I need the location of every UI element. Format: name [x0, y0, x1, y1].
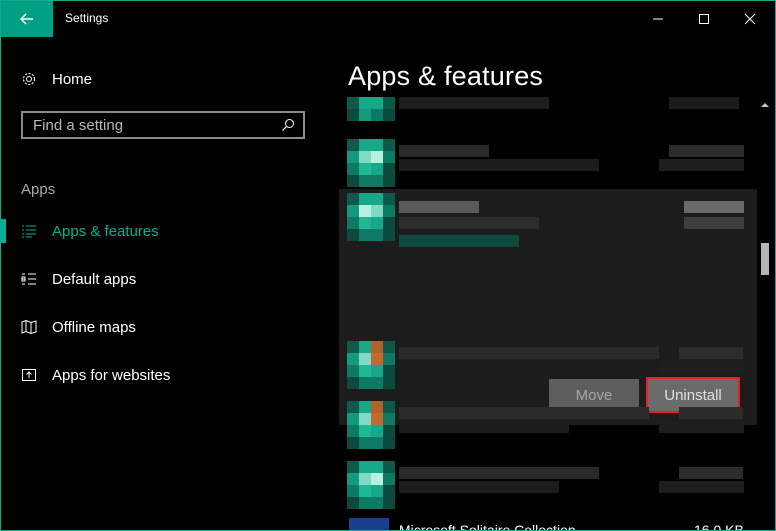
search-input[interactable]: [33, 116, 273, 134]
back-button[interactable]: [1, 1, 53, 37]
search-box[interactable]: [21, 111, 305, 139]
close-button[interactable]: [727, 1, 773, 37]
blurred-app-name: [399, 407, 649, 419]
app-icon: [347, 139, 395, 187]
sidebar-item-label: Default apps: [52, 270, 137, 288]
blurred-app-publisher: [399, 481, 559, 493]
scroll-up-arrow-icon[interactable]: [761, 101, 769, 109]
list-item[interactable]: [339, 333, 757, 393]
search-icon: [282, 119, 294, 131]
title-bar: Settings: [1, 1, 775, 37]
app-icon: [347, 401, 395, 449]
blurred-app-name: [399, 467, 599, 479]
sidebar-item-label: Offline maps: [52, 318, 136, 336]
sidebar-item-apps-features[interactable]: Apps & features: [1, 217, 321, 245]
minimize-icon: [653, 18, 663, 20]
app-icon: [347, 193, 395, 241]
sidebar-item-default-apps[interactable]: Default apps: [1, 265, 321, 293]
blurred-app-name: [399, 201, 479, 213]
settings-window: Settings Home Apps Apps & features: [0, 0, 776, 531]
active-indicator: [1, 219, 6, 243]
list-icon: [21, 223, 37, 239]
home-label: Home: [52, 70, 93, 88]
blurred-app-date: [659, 159, 744, 171]
close-icon: [744, 13, 756, 25]
blurred-app-size: [679, 347, 743, 359]
back-arrow-icon: [20, 13, 33, 25]
open-in-app-icon: [21, 367, 37, 383]
blurred-app-publisher: [399, 217, 539, 229]
indicator: [1, 267, 6, 291]
sidebar-item-offline-maps[interactable]: Offline maps: [1, 313, 321, 341]
list-item[interactable]: [339, 393, 757, 453]
app-icon: [347, 461, 395, 509]
maximize-button[interactable]: [681, 1, 727, 37]
sidebar-item-apps-for-websites[interactable]: Apps for websites: [1, 361, 321, 389]
sidebar-item-label: Apps for websites: [52, 366, 171, 384]
blurred-app-publisher: [399, 159, 599, 171]
window-title: Settings: [65, 11, 109, 25]
blurred-app-date: [684, 217, 744, 229]
blurred-app-date: [659, 421, 744, 433]
blurred-app-size: [684, 201, 744, 213]
blurred-app-date: [659, 481, 744, 493]
indicator: [1, 315, 6, 339]
default-apps-icon: [21, 271, 37, 287]
blurred-app-link: [399, 235, 519, 247]
blurred-app-size: [669, 97, 739, 109]
scrollbar[interactable]: [757, 97, 773, 530]
app-icon: [347, 97, 395, 121]
last-app-name: Microsoft Solitaire Collection: [399, 522, 576, 530]
scrollbar-thumb[interactable]: [761, 243, 769, 275]
blurred-app-name: [399, 97, 549, 109]
blurred-app-publisher: [399, 361, 549, 373]
last-app-size: 16.0 KB: [694, 522, 744, 530]
blurred-app-name: [399, 145, 489, 157]
blurred-app-size: [669, 145, 744, 157]
blurred-app-name: [399, 347, 659, 359]
gear-icon: [21, 71, 37, 87]
list-item[interactable]: [339, 131, 757, 191]
list-item[interactable]: [339, 453, 757, 513]
blurred-app-publisher: [399, 421, 569, 433]
minimize-button[interactable]: [635, 1, 681, 37]
app-list: Move Uninstall Microsoft Solitaire Colle…: [339, 97, 757, 530]
indicator: [1, 363, 6, 387]
group-header-apps: Apps: [21, 181, 56, 198]
list-item[interactable]: [339, 97, 757, 127]
map-icon: [21, 319, 37, 335]
home-nav-item[interactable]: Home: [21, 68, 92, 90]
app-icon: [347, 341, 395, 389]
maximize-icon: [699, 14, 709, 24]
blurred-app-size: [679, 467, 743, 479]
sidebar-item-label: Apps & features: [52, 222, 159, 240]
blurred-app-date: [659, 361, 744, 373]
blurred-app-size: [679, 407, 743, 419]
page-title: Apps & features: [348, 61, 544, 91]
solitaire-app-icon: [349, 518, 389, 530]
